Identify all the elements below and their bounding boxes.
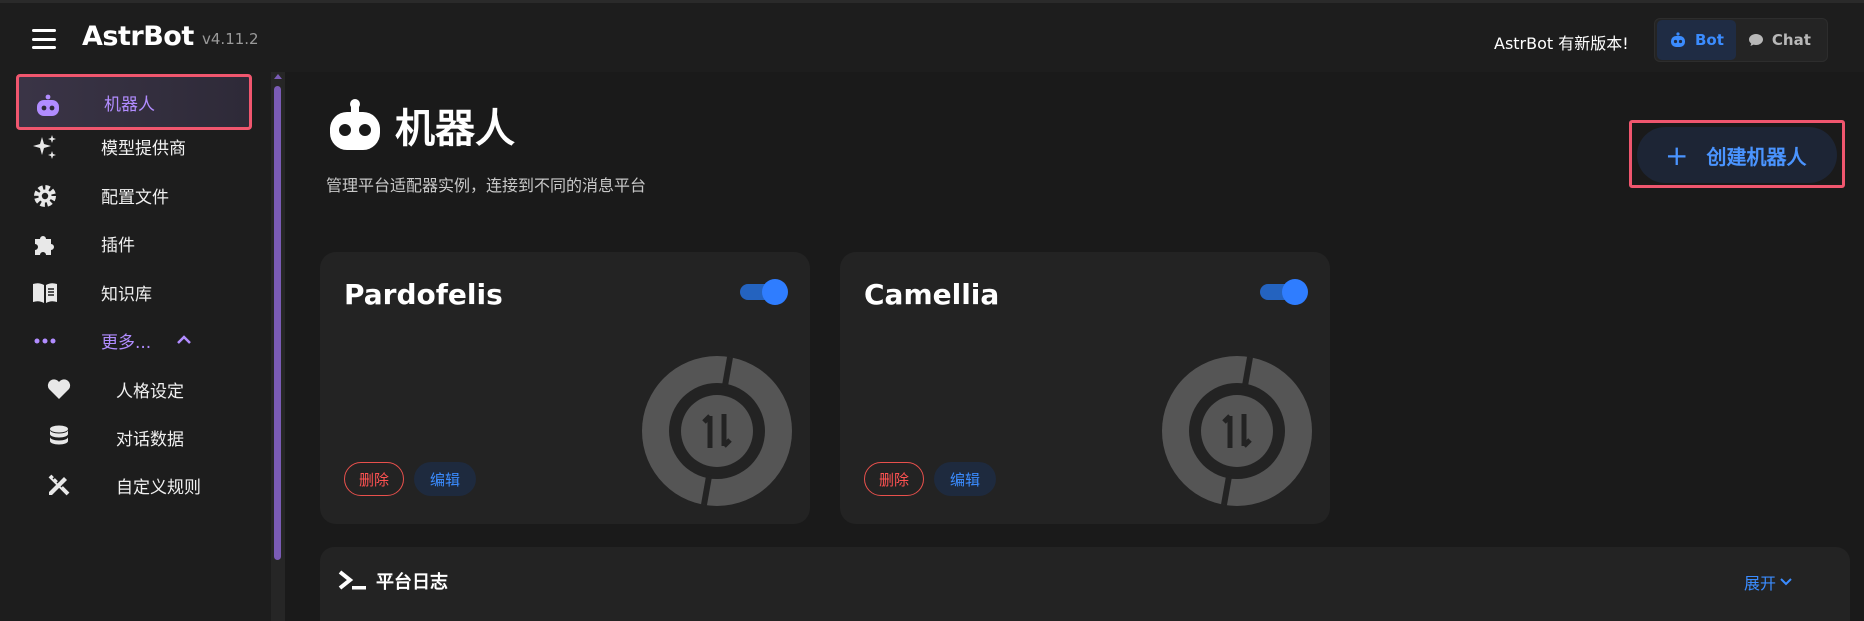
bot-name: Camellia xyxy=(864,278,1000,311)
chevron-up-icon xyxy=(176,330,192,349)
create-bot-button[interactable]: + 创建机器人 xyxy=(1637,127,1837,183)
sidebar-item-label: 人格设定 xyxy=(116,381,184,402)
sidebar-item-label: 模型提供商 xyxy=(101,138,186,159)
mode-chat-button[interactable]: Chat xyxy=(1736,20,1823,60)
sidebar-item-label: 配置文件 xyxy=(101,187,169,208)
mode-bot-label: Bot xyxy=(1695,31,1724,49)
sidebar-item-more[interactable]: 更多... xyxy=(16,312,252,368)
delete-button[interactable]: 删除 xyxy=(344,462,405,496)
chat-icon xyxy=(1748,34,1763,46)
bot-enable-toggle[interactable] xyxy=(740,279,788,305)
sidebar-item-label: 更多... xyxy=(101,332,152,353)
terminal-icon xyxy=(338,570,366,590)
main-content: 机器人 管理平台适配器实例，连接到不同的消息平台 + 创建机器人 Pardofe… xyxy=(285,72,1864,621)
gear-icon xyxy=(30,181,60,211)
update-notice[interactable]: AstrBot 有新版本! xyxy=(1494,30,1629,54)
bot-name: Pardofelis xyxy=(344,278,503,311)
log-expand-button[interactable]: 展开 xyxy=(1744,570,1792,594)
platform-log-panel: 平台日志 展开 xyxy=(320,547,1850,621)
sidebar-item-label: 自定义规则 xyxy=(116,477,201,498)
sidebar-item-plugins[interactable]: 插件 xyxy=(16,215,252,271)
ruler-pencil-icon xyxy=(44,470,74,500)
edit-button[interactable]: 编辑 xyxy=(414,462,477,496)
robot-icon xyxy=(330,99,380,150)
bot-card[interactable]: Camellia 删除 编辑 xyxy=(840,252,1330,524)
bot-card[interactable]: Pardofelis 删除 编辑 xyxy=(320,252,810,524)
delete-button[interactable]: 删除 xyxy=(864,462,925,496)
sidebar-item-providers[interactable]: 模型提供商 xyxy=(16,118,252,174)
page-title: 机器人 xyxy=(395,106,515,152)
scroll-up-arrow[interactable] xyxy=(274,74,282,79)
app-brand: AstrBot xyxy=(82,21,194,52)
sidebar-item-label: 机器人 xyxy=(104,94,155,115)
expand-label: 展开 xyxy=(1743,574,1776,593)
sidebar-subitem-rules[interactable]: 自定义规则 xyxy=(30,457,266,513)
dots-icon xyxy=(30,326,60,356)
sidebar-item-label: 对话数据 xyxy=(116,429,184,450)
app-version: v4.11.2 xyxy=(202,30,259,48)
platform-logo-icon xyxy=(1162,356,1312,506)
sidebar-scroll-thumb[interactable] xyxy=(274,86,281,560)
chevron-down-icon xyxy=(1780,578,1792,586)
robot-icon xyxy=(1671,32,1685,47)
mode-bot-button[interactable]: Bot xyxy=(1657,20,1736,60)
book-icon xyxy=(30,278,60,308)
mode-chat-label: Chat xyxy=(1771,31,1811,49)
puzzle-icon xyxy=(30,229,60,259)
bot-enable-toggle[interactable] xyxy=(1260,279,1308,305)
sidebar-item-label: 知识库 xyxy=(101,284,152,305)
platform-logo-icon xyxy=(642,356,792,506)
page-header: 机器人 xyxy=(327,96,515,154)
menu-icon[interactable] xyxy=(32,29,56,49)
mode-switch: Bot Chat xyxy=(1654,18,1828,62)
plus-icon: + xyxy=(1665,138,1689,172)
heart-icon xyxy=(44,374,74,404)
top-bar: AstrBot v4.11.2 AstrBot 有新版本! Bot Chat xyxy=(0,0,1864,72)
edit-button[interactable]: 编辑 xyxy=(934,462,997,496)
sparkle-icon xyxy=(30,132,60,162)
sidebar: 机器人 模型提供商 配置文件 插件 知识库 更多... 人格设定 对话数据 自定… xyxy=(0,72,285,621)
log-title: 平台日志 xyxy=(376,572,448,593)
robot-icon xyxy=(33,91,63,121)
page-subtitle: 管理平台适配器实例，连接到不同的消息平台 xyxy=(326,176,647,195)
create-bot-label: 创建机器人 xyxy=(1706,144,1807,169)
database-icon xyxy=(44,422,74,452)
sidebar-item-label: 插件 xyxy=(101,235,135,256)
